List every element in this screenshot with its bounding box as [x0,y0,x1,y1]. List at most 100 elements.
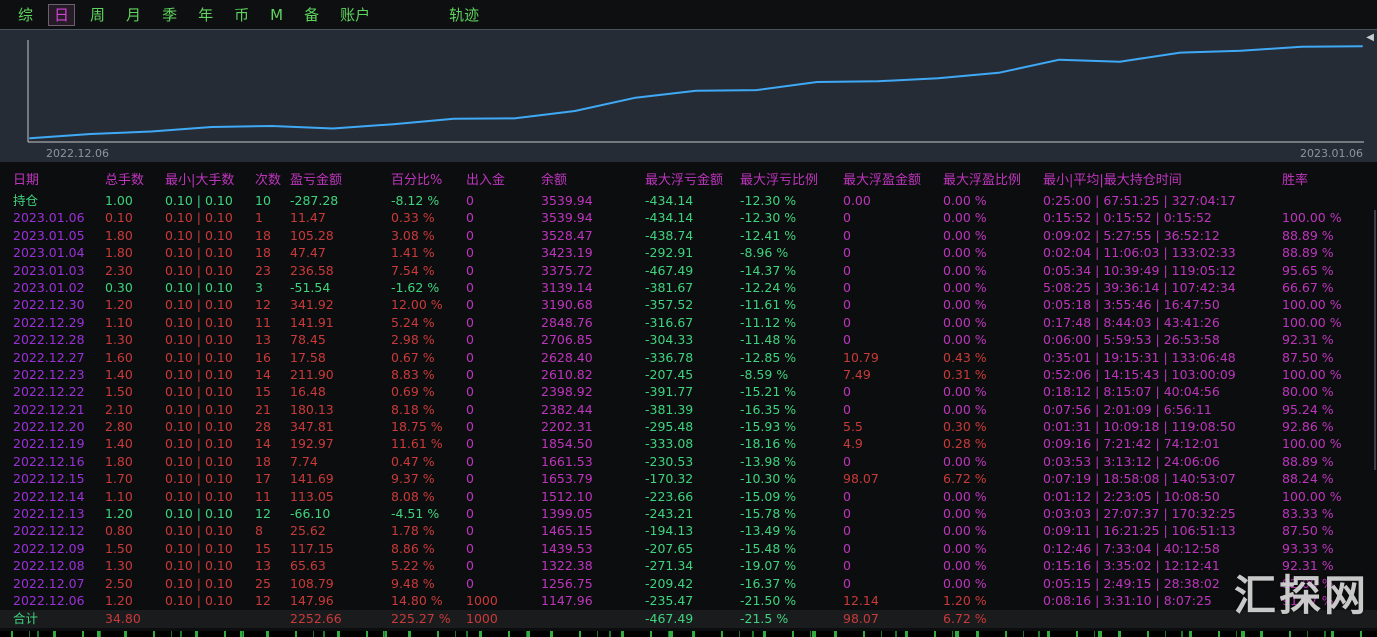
scrollbar[interactable] [1374,210,1376,470]
menu-item-综[interactable]: 综 [12,4,39,26]
position-row[interactable]: 持仓 1.00 0.10 | 0.10 10 -287.28 -8.12 % 0 3539.9… [0,192,1377,209]
cell-col-max-float-profit: 0 [843,575,851,591]
cell-col-hold-time: 0:01:31 | 10:09:18 | 119:08:50 [1043,419,1236,435]
cell-col-max-float-profit: 7.49 [843,366,871,382]
table-row[interactable]: 2022.12.12 0.80 0.10 | 0.10 8 25.62 1.78 % 0 14… [0,522,1377,539]
table-row[interactable]: 2022.12.09 1.50 0.10 | 0.10 15 117.15 8.86 % 0… [0,540,1377,557]
cell-col-deposit: 0 [466,506,474,522]
cell-col-max-float-loss: -467.49 [645,611,694,627]
cell-col-max-float-loss-pct: -21.5 % [740,611,789,627]
table-row[interactable]: 2023.01.04 1.80 0.10 | 0.10 18 47.47 1.41 % 0 3… [0,244,1377,261]
menu-item-周[interactable]: 周 [84,4,111,26]
table-row[interactable]: 2022.12.30 1.20 0.10 | 0.10 12 341.92 12.00 %… [0,296,1377,313]
table-row[interactable]: 2023.01.03 2.30 0.10 | 0.10 23 236.58 7.54 % 0… [0,262,1377,279]
cell-col-pnl: 141.91 [290,314,334,330]
header-col-hold-time: 最小|平均|最大持仓时间 [1043,173,1182,188]
cell-col-pct: 14.80 % [391,592,443,608]
menu-item-备[interactable]: 备 [298,4,325,26]
menu-item-M[interactable]: M [264,4,289,26]
cell-col-max-float-profit-pct: 0.28 % [943,436,987,452]
cell-col-deposit: 0 [466,227,474,243]
cell-col-trades: 3 [255,279,263,295]
cell-col-hold-time: 0:52:06 | 14:15:43 | 103:00:09 [1043,366,1236,382]
table-row[interactable]: 2022.12.06 1.20 0.10 | 0.10 12 147.96 14.80 %… [0,592,1377,609]
cell-col-balance: 3539.94 [541,193,593,208]
cell-col-date: 2022.12.14 [13,488,85,504]
cell-col-balance: 1465.15 [541,523,593,539]
cell-col-max-float-profit-pct: 0.30 % [943,419,987,435]
cell-col-hold-time: 0:03:53 | 3:13:12 | 24:06:06 [1043,453,1220,469]
table-row[interactable]: 2022.12.19 1.40 0.10 | 0.10 14 192.97 11.61 %… [0,435,1377,452]
table-row[interactable]: 2022.12.22 1.50 0.10 | 0.10 15 16.48 0.69 % 0 2… [0,383,1377,400]
cell-col-trades: 8 [255,523,263,539]
cell-col-trades: 12 [255,506,271,522]
cell-col-balance: 1653.79 [541,471,593,487]
total-row[interactable]: 合计 34.80 2252.66 225.27 % 1000 -467.49 -21.5 %… [0,610,1377,629]
cell-col-hold-time: 0:35:01 | 19:15:31 | 133:06:48 [1043,349,1236,365]
menu-item-账户[interactable]: 账户 [334,4,376,26]
cell-col-max-float-loss-pct: -19.07 % [740,558,797,574]
cell-col-max-float-loss-pct: -8.59 % [740,366,789,382]
table-row[interactable]: 2022.12.07 2.50 0.10 | 0.10 25 108.79 9.48 % 0… [0,575,1377,592]
menu-item-轨迹[interactable]: 轨迹 [443,4,485,26]
table-row[interactable]: 2022.12.08 1.30 0.10 | 0.10 13 65.63 5.22 % 0 1… [0,557,1377,574]
cell-col-min-max-lots: 0.10 | 0.10 [165,384,233,400]
cell-col-trades: 13 [255,332,271,348]
cell-col-win-rate: 88.89 % [1282,245,1334,261]
cell-col-max-float-profit-pct: 6.72 % [943,471,987,487]
cell-col-max-float-loss-pct: -12.85 % [740,349,797,365]
table-row[interactable]: 2022.12.29 1.10 0.10 | 0.10 11 141.91 5.24 % 0… [0,314,1377,331]
cell-col-deposit: 0 [466,558,474,574]
cell-col-max-float-loss: -391.77 [645,384,694,400]
cell-col-trades: 11 [255,314,271,330]
cell-col-pct: 12.00 % [391,297,443,313]
table-row[interactable]: 2022.12.13 1.20 0.10 | 0.10 12 -66.10 -4.51 %… [0,505,1377,522]
header-col-min-max-lots: 最小|大手数 [165,173,235,188]
table-row[interactable]: 2022.12.14 1.10 0.10 | 0.10 11 113.05 8.08 % 0… [0,488,1377,505]
table-row[interactable]: 2023.01.02 0.30 0.10 | 0.10 3 -51.54 -1.62 % 0… [0,279,1377,296]
cell-col-deposit: 1000 [466,611,498,627]
cell-col-min-max-lots: 0.10 | 0.10 [165,332,233,348]
cell-col-balance: 1322.38 [541,558,593,574]
cell-col-win-rate [1282,610,1377,628]
cell-col-win-rate: 80.00 % [1282,384,1334,400]
cell-col-max-float-profit: 0 [843,488,851,504]
menu-item-币[interactable]: 币 [228,4,255,26]
menu-item-日[interactable]: 日 [48,3,76,26]
cell-col-min-max-lots: 0.10 | 0.10 [165,245,233,261]
cell-col-balance: 2610.82 [541,366,593,382]
cell-col-total-lots: 1.80 [105,227,133,243]
table-row[interactable]: 2022.12.28 1.30 0.10 | 0.10 13 78.45 2.98 % 0 2… [0,331,1377,348]
cell-col-pnl: 341.92 [290,297,334,313]
cell-col-max-float-loss: -304.33 [645,332,694,348]
daily-stats-table: 日期 总手数 最小|大手数 次数 盈亏金额 百分比% 出入金 余额 最大浮亏金额 最大浮亏比例 最大… [0,170,1377,629]
table-row[interactable]: 2022.12.16 1.80 0.10 | 0.10 18 7.74 0.47 % 0 16… [0,453,1377,470]
cell-col-min-max-lots: 0.10 | 0.10 [165,540,233,556]
cell-col-total-lots: 2.30 [105,262,133,278]
chart-end-date-label: 2023.01.06 [1300,147,1363,160]
cell-col-max-float-loss: -235.47 [645,592,694,608]
cell-col-total-lots: 1.40 [105,436,133,452]
menu-item-月[interactable]: 月 [120,4,147,26]
table-header-row: 日期 总手数 最小|大手数 次数 盈亏金额 百分比% 出入金 余额 最大浮亏金额 最大浮亏比例 最大… [0,170,1377,192]
cell-col-hold-time: 0:09:11 | 16:21:25 | 106:51:13 [1043,523,1236,539]
equity-curve-svg [27,40,1364,143]
cell-col-max-float-loss: -316.67 [645,314,694,330]
cell-col-max-float-profit: 0 [843,453,851,469]
menubar: 综日周月季年币 M 备账户 轨迹 [0,0,1377,30]
cell-col-max-float-profit-pct: 0.43 % [943,349,987,365]
cell-col-deposit: 0 [466,262,474,278]
table-row[interactable]: 2022.12.15 1.70 0.10 | 0.10 17 141.69 9.37 % 0… [0,470,1377,487]
table-row[interactable]: 2022.12.27 1.60 0.10 | 0.10 16 17.58 0.67 % 0 2… [0,349,1377,366]
table-row[interactable]: 2022.12.20 2.80 0.10 | 0.10 28 347.81 18.75 %… [0,418,1377,435]
menu-item-季[interactable]: 季 [156,4,183,26]
table-row[interactable]: 2022.12.23 1.40 0.10 | 0.10 14 211.90 8.83 % 0… [0,366,1377,383]
table-row[interactable]: 2023.01.06 0.10 0.10 | 0.10 1 11.47 0.33 % 0 35… [0,209,1377,226]
menu-item-年[interactable]: 年 [192,4,219,26]
cell-col-min-max-lots: 0.10 | 0.10 [165,558,233,574]
scroll-left-icon[interactable]: ◀ [1366,32,1374,43]
cell-col-deposit: 0 [466,366,474,382]
table-row[interactable]: 2023.01.05 1.80 0.10 | 0.10 18 105.28 3.08 % 0… [0,227,1377,244]
table-row[interactable]: 2022.12.21 2.10 0.10 | 0.10 21 180.13 8.18 % 0… [0,401,1377,418]
cell-col-total-lots: 2.80 [105,419,133,435]
